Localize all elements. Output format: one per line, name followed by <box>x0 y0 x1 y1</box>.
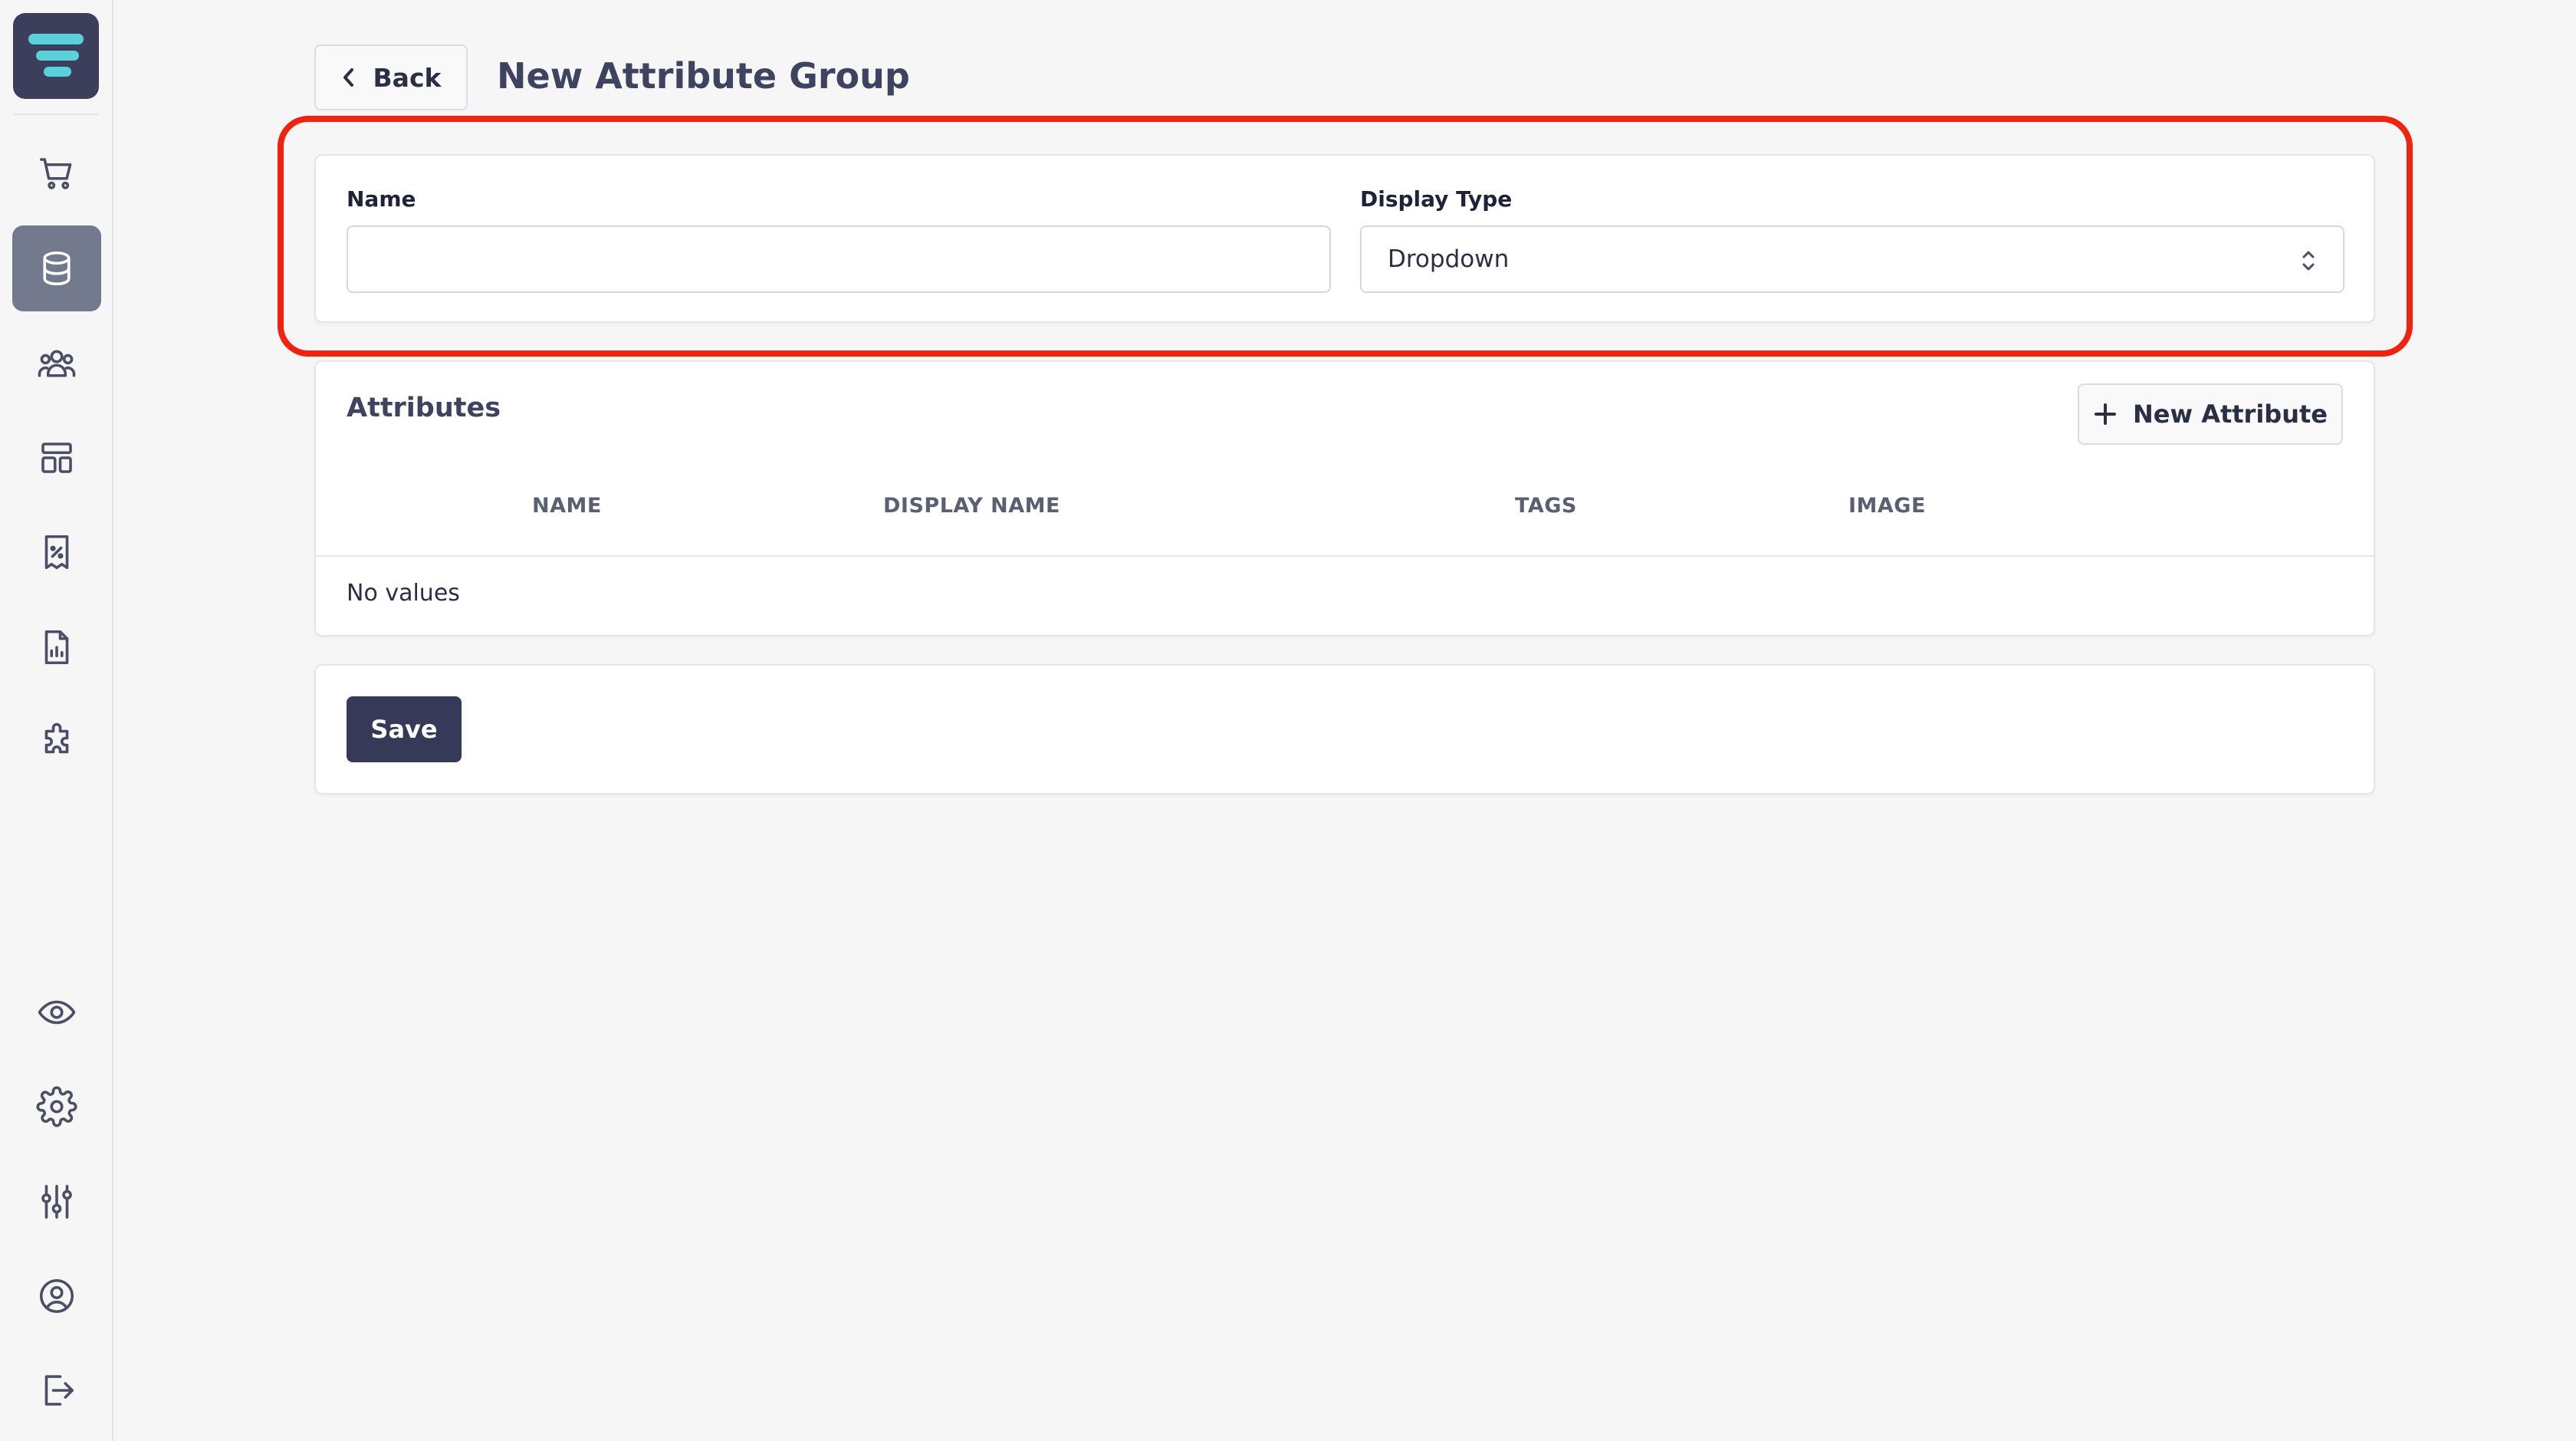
column-header-tags: TAGS <box>1515 494 1577 518</box>
empty-state-text: No values <box>347 580 460 607</box>
table-divider <box>316 555 2374 557</box>
logout-icon <box>44 1375 74 1406</box>
eye-icon <box>38 1000 76 1025</box>
sidebar-item-plugins[interactable] <box>12 699 101 785</box>
sidebar <box>0 0 113 1441</box>
new-attribute-button[interactable]: New Attribute <box>2078 383 2343 445</box>
sidebar-item-account[interactable] <box>12 1253 101 1339</box>
sidebar-item-products[interactable] <box>12 225 101 311</box>
chevron-left-icon <box>343 68 353 87</box>
column-header-image: IMAGE <box>1848 494 1926 518</box>
plus-icon <box>2095 403 2116 425</box>
sidebar-item-customers[interactable] <box>12 321 101 406</box>
chevron-up-down-icon <box>2302 251 2315 271</box>
back-button-label: Back <box>373 62 442 93</box>
sidebar-item-reports[interactable] <box>12 604 101 690</box>
attribute-group-fields-card: Name Display Type Dropdown <box>314 154 2375 323</box>
column-header-name: NAME <box>532 494 602 518</box>
database-icon <box>43 251 71 286</box>
back-button[interactable]: Back <box>314 44 468 110</box>
name-label: Name <box>347 186 416 212</box>
attributes-card: Attributes New Attribute NAME DISPLAY NA… <box>314 360 2375 637</box>
sidebar-item-preview[interactable] <box>12 969 101 1055</box>
sidebar-divider <box>14 114 98 115</box>
puzzle-icon <box>44 722 69 754</box>
attributes-title: Attributes <box>347 393 501 423</box>
display-type-label: Display Type <box>1360 186 1513 212</box>
user-circle-icon <box>39 1278 74 1314</box>
new-attribute-label: New Attribute <box>2133 400 2328 429</box>
save-button[interactable]: Save <box>347 696 462 762</box>
logo-icon[interactable] <box>13 13 99 99</box>
sliders-icon <box>41 1184 72 1219</box>
name-input[interactable] <box>347 225 1331 293</box>
page-title: New Attribute Group <box>497 55 910 97</box>
display-type-value: Dropdown <box>1388 245 1510 273</box>
users-icon <box>38 350 76 377</box>
sidebar-item-settings[interactable] <box>12 1064 101 1150</box>
sidebar-item-logout[interactable] <box>12 1347 101 1433</box>
save-card: Save <box>314 664 2375 795</box>
report-chart-icon <box>44 630 69 665</box>
display-type-select[interactable]: Dropdown <box>1360 225 2344 293</box>
cart-icon <box>39 158 72 189</box>
sidebar-item-orders[interactable] <box>12 130 101 216</box>
sidebar-item-discounts[interactable] <box>12 509 101 595</box>
gear-icon <box>36 1086 77 1127</box>
layout-icon <box>41 442 72 473</box>
sidebar-item-layout[interactable] <box>12 415 101 501</box>
receipt-percent-icon <box>44 535 69 570</box>
column-header-display-name: DISPLAY NAME <box>883 494 1060 518</box>
sidebar-item-adjustments[interactable] <box>12 1159 101 1245</box>
